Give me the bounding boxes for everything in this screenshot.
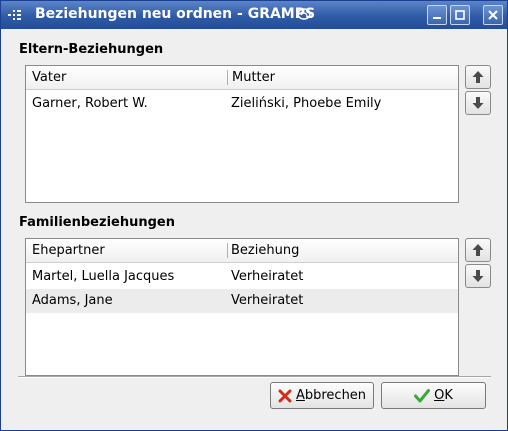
window-menu-icon[interactable] xyxy=(7,7,23,23)
table-row[interactable]: Adams, Jane Verheiratet xyxy=(26,289,458,313)
minimize-button[interactable] xyxy=(427,5,447,25)
families-section-title: Familienbeziehungen xyxy=(19,215,175,230)
arrow-up-icon xyxy=(472,244,484,256)
maximize-button[interactable] xyxy=(450,5,470,25)
column-header-spouse[interactable]: Ehepartner xyxy=(32,243,105,258)
table-row[interactable]: Garner, Robert W. Zieliński, Phoebe Emil… xyxy=(26,92,458,116)
arrow-up-icon xyxy=(472,71,484,83)
column-header-mother[interactable]: Mutter xyxy=(232,70,275,85)
ok-button[interactable]: OK xyxy=(381,382,486,409)
cancel-button[interactable]: Abbrechen xyxy=(270,382,374,409)
parents-move-up-button[interactable] xyxy=(465,65,491,89)
maximize-icon xyxy=(455,10,465,20)
parents-move-down-button[interactable] xyxy=(465,91,491,115)
ok-button-label: OK xyxy=(434,388,453,403)
cancel-button-label: Abbrechen xyxy=(295,388,367,403)
green-check-icon xyxy=(414,388,431,402)
parents-list[interactable]: Vater Mutter Garner, Robert W. Zieliński… xyxy=(25,65,459,203)
families-list-header: Ehepartner Beziehung xyxy=(26,239,458,263)
red-x-icon xyxy=(278,389,292,402)
relationship-cell: Verheiratet xyxy=(231,293,304,308)
table-row[interactable]: Martel, Luella Jacques Verheiratet xyxy=(26,265,458,289)
gramps-app-icon xyxy=(297,8,311,20)
arrow-down-icon xyxy=(472,97,484,109)
father-cell: Garner, Robert W. xyxy=(32,96,148,111)
close-icon xyxy=(488,10,498,20)
column-header-father[interactable]: Vater xyxy=(32,70,66,85)
close-button[interactable] xyxy=(483,5,503,25)
dialog-window: Beziehungen neu ordnen - GRAMPS Eltern-B… xyxy=(0,0,508,431)
parents-list-header: Vater Mutter xyxy=(26,66,458,90)
button-separator xyxy=(18,376,491,378)
relationship-cell: Verheiratet xyxy=(231,269,304,284)
arrow-down-icon xyxy=(472,270,484,282)
families-move-down-button[interactable] xyxy=(465,264,491,288)
families-move-up-button[interactable] xyxy=(465,238,491,262)
column-header-relationship[interactable]: Beziehung xyxy=(231,243,299,258)
window-title: Beziehungen neu ordnen - GRAMPS xyxy=(35,6,316,22)
minimize-icon xyxy=(433,17,441,19)
spouse-cell: Adams, Jane xyxy=(32,293,113,308)
title-bar[interactable]: Beziehungen neu ordnen - GRAMPS xyxy=(1,1,507,29)
spouse-cell: Martel, Luella Jacques xyxy=(32,269,175,284)
families-list[interactable]: Ehepartner Beziehung Martel, Luella Jacq… xyxy=(25,238,459,376)
mother-cell: Zieliński, Phoebe Emily xyxy=(231,96,382,111)
parents-section-title: Eltern-Beziehungen xyxy=(19,42,164,57)
